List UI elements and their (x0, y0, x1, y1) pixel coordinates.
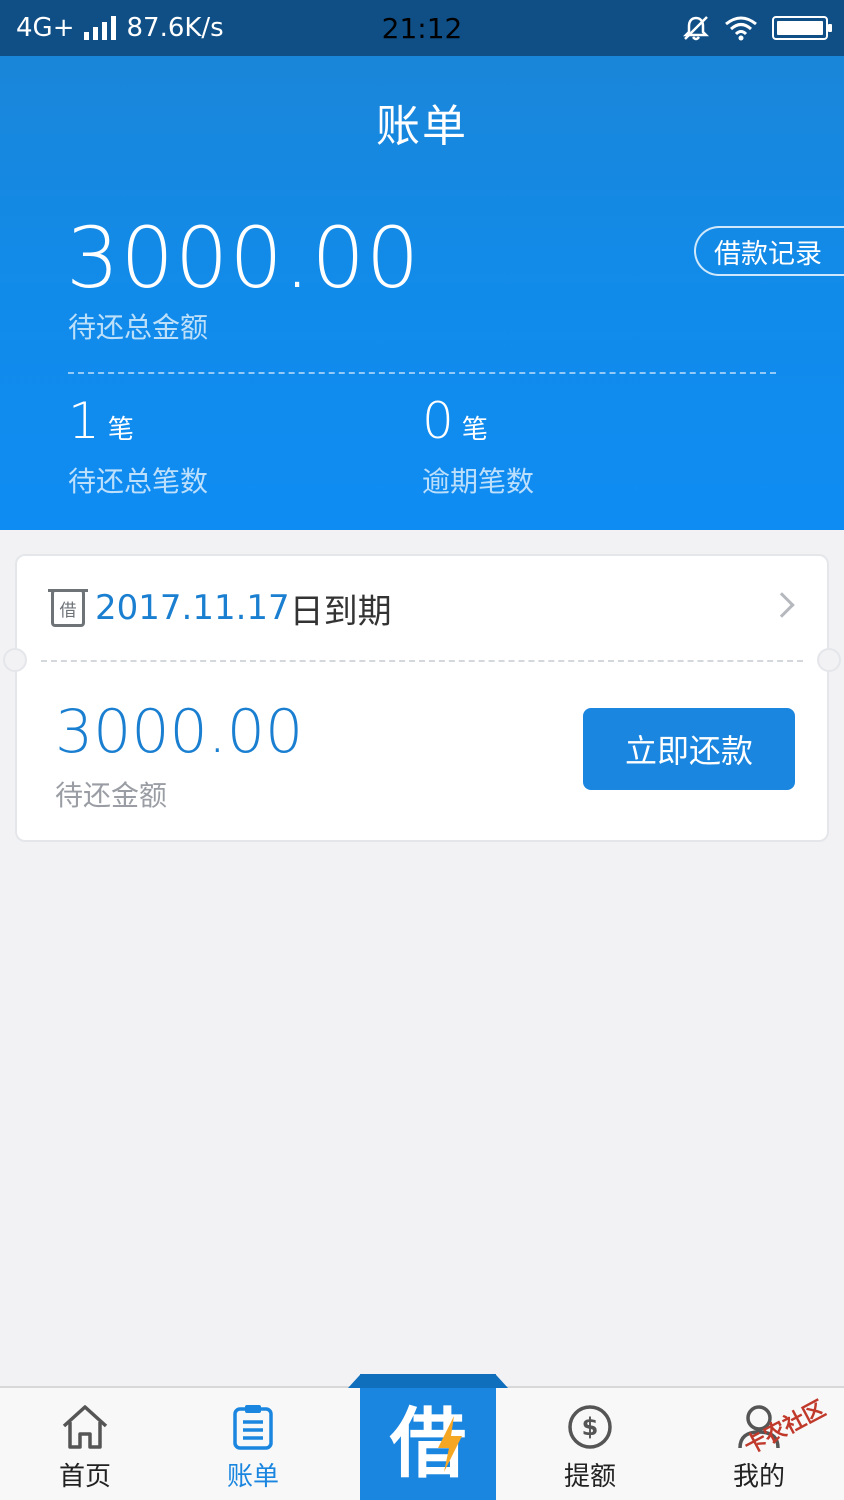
pending-unit: 笔 (107, 415, 134, 445)
card-divider (41, 660, 803, 662)
bill-card: 借 2017.11.17 日到期 3000.00 待还金额 立即还款 (3, 554, 841, 842)
status-left: 4G+ 87.6K/s (16, 13, 224, 43)
bill-amount: 3000.00 (55, 697, 304, 767)
tab-borrow[interactable]: 借 (360, 1374, 496, 1500)
signal-icon (84, 16, 117, 40)
battery-icon (772, 16, 832, 40)
tab-credit-label: 提额 (563, 1462, 616, 1492)
pending-count-label: 待还总笔数 (68, 465, 209, 498)
bill-amount-label: 待还金额 (55, 779, 168, 812)
dollar-circle-icon: $ (568, 1405, 612, 1449)
lightning-icon (438, 1416, 462, 1472)
overdue-count-label: 逾期笔数 (422, 465, 535, 498)
due-suffix: 日到期 (289, 591, 392, 632)
card-notch-left (3, 648, 27, 672)
overdue-count-stat: 0笔 逾期笔数 (422, 396, 534, 500)
network-type: 4G+ (16, 13, 75, 43)
loan-receipt-icon: 借 (48, 589, 88, 627)
divider (68, 372, 776, 374)
page-title: 账单 (376, 101, 468, 152)
wifi-icon (725, 16, 757, 41)
loan-record-button[interactable]: 借款记录 (694, 226, 844, 276)
tab-mine-label: 我的 (732, 1462, 785, 1492)
due-date: 2017.11.17 (95, 588, 290, 628)
mute-bell-icon (682, 16, 710, 41)
bill-list-icon (233, 1405, 273, 1450)
tab-credit[interactable]: $ 提额 (530, 1388, 650, 1500)
tab-bill-label: 账单 (226, 1462, 279, 1492)
network-speed: 87.6K/s (126, 13, 224, 43)
repay-now-button[interactable]: 立即还款 (583, 708, 795, 790)
chevron-right-icon (769, 592, 795, 618)
status-right (682, 14, 832, 42)
overdue-count: 0 (422, 392, 454, 450)
total-amount-label: 待还总金额 (68, 311, 209, 344)
card-notch-right (817, 648, 841, 672)
status-bar: 4G+ 87.6K/s (0, 0, 844, 56)
overdue-unit: 笔 (461, 415, 488, 445)
tab-home-label: 首页 (58, 1462, 111, 1492)
total-amount: 3000.00 (66, 209, 421, 307)
home-icon (62, 1405, 108, 1449)
tab-home[interactable]: 首页 (25, 1388, 145, 1500)
svg-text:$: $ (582, 1413, 599, 1441)
pending-count-stat: 1笔 待还总笔数 (68, 396, 208, 500)
bill-summary-header: 账单 3000.00 待还总金额 借款记录 1笔 待还总笔数 0笔 逾期笔数 (0, 56, 844, 530)
pending-count: 1 (68, 392, 100, 450)
tab-bill[interactable]: 账单 (193, 1388, 313, 1500)
bill-due-row[interactable]: 借 2017.11.17 日到期 (17, 556, 827, 660)
